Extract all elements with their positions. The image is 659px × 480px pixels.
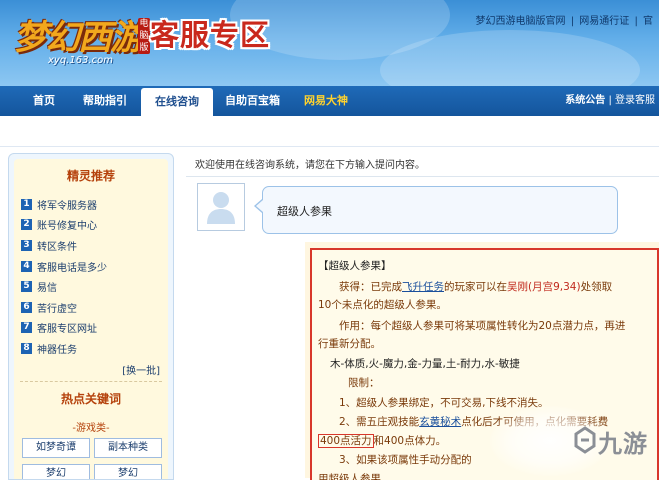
list-item[interactable]: 7 客服专区网址 (21, 318, 107, 339)
list-item[interactable]: 4 客服电话是多少 (21, 256, 107, 277)
answer-line: 作用：每个超级人参果可将某项属性转化为20点潜力点，再进 (339, 320, 626, 332)
answer-text: 的玩家可以在 (444, 281, 507, 293)
sidebar: 精灵推荐 1 将军令服务器 2 账号修复中心 3 转区条件 4 客服电话是多少 5 易信 … (8, 153, 174, 480)
nav-online-consult[interactable]: 在线咨询 (141, 88, 213, 116)
nav-netease-dashen[interactable]: 网易大神 (304, 86, 348, 116)
link-ascension-quest[interactable]: 飞升任务 (402, 281, 444, 293)
top-link-official-site[interactable]: 梦幻西游电脑版官网 (476, 16, 566, 27)
user-icon (207, 192, 235, 224)
divider (20, 381, 162, 382)
list-item-label: 客服专区网址 (37, 324, 97, 336)
refresh-batch-link[interactable]: [换一批] (122, 362, 160, 377)
ninegame-logo-icon (574, 426, 596, 454)
answer-line: 1、超级人参果绑定，不可交易,下线不消失。 (339, 397, 549, 409)
list-item-label: 神器任务 (37, 344, 77, 356)
link-skill-xuanhuang[interactable]: 玄黄秘术 (419, 416, 461, 428)
question-bubble: 超级人参果 (262, 186, 618, 234)
top-link-official[interactable]: 官 (643, 16, 653, 27)
separator: | (608, 95, 612, 106)
watermark-text: 九游 (598, 430, 648, 458)
answer-text: 获得：已完成 (339, 281, 402, 293)
list-item[interactable]: 5 易信 (21, 276, 107, 297)
answer-text: 和400点体力。 (373, 435, 447, 447)
divider (186, 176, 659, 177)
nav-help-guide[interactable]: 帮助指引 (83, 86, 127, 116)
keywords-category: -游戏类- (72, 423, 110, 434)
question-text: 超级人参果 (277, 205, 332, 218)
main-nav: 首页 帮助指引 在线咨询 自助百宝箱 网易大神 系统公告 | 登录客服 (0, 86, 659, 116)
keyword-button[interactable]: 如梦奇谭 (22, 438, 90, 458)
site-header: 梦幻西游 电脑版 xyq.163.com 客服专区 梦幻西游电脑版官网 | 网易… (0, 0, 659, 86)
nav-self-service[interactable]: 自助百宝箱 (225, 86, 280, 116)
answer-line: 限制： (348, 377, 380, 389)
list-item[interactable]: 6 苦行虚空 (21, 297, 107, 318)
sub-bar (0, 116, 659, 147)
npc-location: 吴刚(月宫9,34) (507, 281, 581, 293)
answer-line: 10个未点化的超级人参果。 (318, 299, 447, 311)
nav-right-links: 系统公告 | 登录客服 (565, 86, 655, 116)
answer-heading: 【超级人参果】 (318, 260, 392, 272)
logo-badge: 电脑版 (138, 18, 150, 54)
answer-line: 木-体质,火-魔力,金-力量,土-耐力,水-敏捷 (330, 358, 520, 370)
list-item-label: 将军令服务器 (37, 200, 97, 212)
watermark: 九游 (490, 406, 659, 478)
nav-system-notice[interactable]: 系统公告 (565, 95, 605, 106)
list-item[interactable]: 3 转区条件 (21, 235, 107, 256)
number-badge: 2 (21, 219, 32, 231)
list-item[interactable]: 8 神器任务 (21, 338, 107, 359)
number-badge: 5 (21, 281, 32, 293)
number-badge: 1 (21, 198, 32, 210)
number-badge: 8 (21, 342, 32, 354)
nav-login[interactable]: 登录客服 (615, 95, 655, 106)
answer-line: 获得：已完成飞升任务的玩家可以在吴刚(月宫9,34)处领取 (339, 279, 612, 294)
nav-home[interactable]: 首页 (33, 86, 55, 116)
number-badge: 4 (21, 260, 32, 272)
bubble-pointer-inner (256, 200, 263, 212)
avatar (197, 183, 245, 231)
sidebar-panel: 精灵推荐 1 将军令服务器 2 账号修复中心 3 转区条件 4 客服电话是多少 5 易信 … (14, 159, 168, 479)
keyword-button[interactable]: 副本种类 (94, 438, 162, 458)
answer-line: 用超级人参果。 (318, 473, 392, 480)
top-links: 梦幻西游电脑版官网 | 网易通行证 | 官 (476, 12, 654, 27)
keywords-title: 热点关键词 (60, 392, 121, 406)
answer-line: 400点活力 和400点体力。 (318, 433, 446, 448)
answer-line: 行重新分配。 (318, 338, 381, 350)
number-badge: 6 (21, 301, 32, 313)
logo-text: 梦幻西游 (14, 18, 144, 58)
top-link-passport[interactable]: 网易通行证 (579, 16, 629, 27)
separator: | (634, 16, 638, 27)
page-title: 客服专区 (150, 18, 271, 52)
number-badge: 3 (21, 239, 32, 251)
number-badge: 7 (21, 322, 32, 334)
welcome-message: 欢迎使用在线咨询系统，请您在下方输入提问内容。 (195, 160, 425, 171)
separator: | (570, 16, 575, 27)
logo-url: xyq.163.com (48, 55, 113, 66)
list-item-label: 易信 (37, 283, 57, 295)
list-item-label: 苦行虚空 (37, 303, 77, 315)
answer-text: 2、需五庄观技能 (339, 416, 420, 428)
game-logo[interactable]: 梦幻西游 电脑版 xyq.163.com (6, 4, 150, 66)
answer-text: 处领取 (580, 281, 613, 293)
list-item[interactable]: 1 将军令服务器 (21, 194, 107, 215)
answer-line: 3、如果该项属性手动分配的 (339, 454, 472, 466)
list-item-label: 转区条件 (37, 241, 77, 253)
sidebar-title: 精灵推荐 (66, 169, 115, 183)
list-item[interactable]: 2 账号修复中心 (21, 215, 107, 236)
highlighted-vitality: 400点活力 (318, 434, 374, 448)
list-item-label: 账号修复中心 (37, 221, 97, 233)
recommend-list: 1 将军令服务器 2 账号修复中心 3 转区条件 4 客服电话是多少 5 易信 6 苦行虚空… (21, 194, 107, 359)
list-item-label: 客服电话是多少 (37, 262, 107, 274)
